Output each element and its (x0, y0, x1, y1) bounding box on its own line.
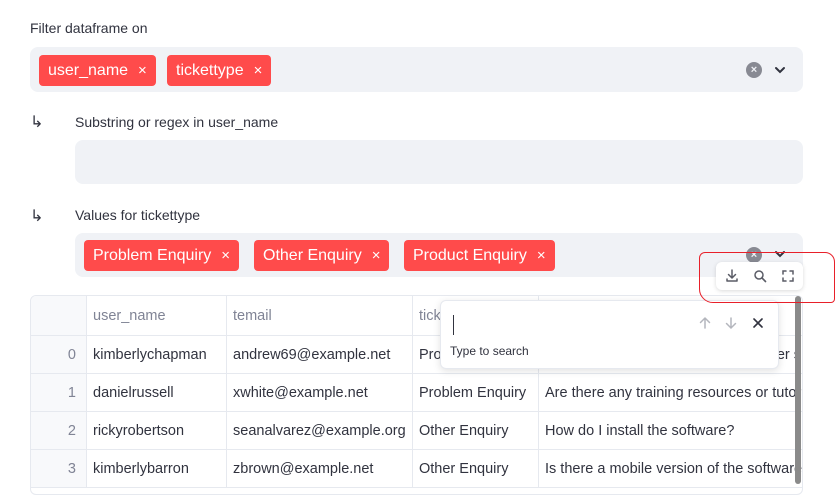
chip-label: Other Enquiry (263, 247, 362, 264)
cell-email[interactable]: andrew69@example.net (227, 336, 413, 374)
chip-label: user_name (48, 62, 129, 79)
chip-remove-icon[interactable]: × (254, 63, 263, 78)
chip-other-enquiry[interactable]: Other Enquiry × (254, 240, 390, 271)
row-index: 3 (31, 450, 87, 488)
cell-email[interactable]: zbrown@example.net (227, 450, 413, 488)
chip-tickettype[interactable]: tickettype × (167, 55, 272, 86)
cell-tickettype[interactable]: Other Enquiry (413, 450, 539, 488)
annotation-highlight (699, 252, 835, 303)
column-header-temail[interactable]: temail (227, 296, 413, 336)
chip-remove-icon[interactable]: × (537, 248, 546, 263)
chip-label: Problem Enquiry (93, 247, 212, 264)
cell-email[interactable]: xwhite@example.net (227, 374, 413, 412)
substring-input[interactable] (75, 140, 803, 184)
chip-label: tickettype (176, 62, 244, 79)
search-hint: Type to search (450, 344, 529, 358)
close-icon[interactable] (752, 317, 764, 329)
arrow-up-icon[interactable] (698, 316, 712, 330)
row-index: 0 (31, 336, 87, 374)
cell-question[interactable]: How do I install the software? (539, 412, 802, 450)
cell-user-name[interactable]: kimberlychapman (87, 336, 227, 374)
chip-remove-icon[interactable]: × (138, 63, 147, 78)
index-header (31, 296, 87, 336)
cell-user-name[interactable]: kimberlybarron (87, 450, 227, 488)
chevron-down-icon[interactable] (773, 63, 787, 77)
indent-arrow-icon: ↳ (30, 114, 44, 131)
search-input[interactable] (453, 315, 454, 335)
chip-problem-enquiry[interactable]: Problem Enquiry × (84, 240, 240, 271)
clear-all-icon[interactable]: × (746, 62, 762, 78)
values-multiselect[interactable]: Problem Enquiry × Other Enquiry × Produc… (75, 233, 803, 277)
indent-arrow-icon: ↳ (30, 208, 44, 225)
column-header-user-name[interactable]: user_name (87, 296, 227, 336)
arrow-down-icon[interactable] (724, 316, 738, 330)
chip-remove-icon[interactable]: × (221, 248, 230, 263)
row-index: 2 (31, 412, 87, 450)
cell-tickettype[interactable]: Problem Enquiry (413, 374, 539, 412)
chip-label: Product Enquiry (413, 247, 527, 264)
cell-question[interactable]: Is there a mobile version of the softwar… (539, 450, 802, 488)
values-label: Values for tickettype (75, 207, 201, 223)
row-index: 1 (31, 374, 87, 412)
cell-email[interactable]: seanalvarez@example.org (227, 412, 413, 450)
filter-label: Filter dataframe on (30, 20, 148, 36)
vertical-scrollbar[interactable] (795, 296, 801, 484)
cell-tickettype[interactable]: Other Enquiry (413, 412, 539, 450)
search-popup: Type to search (440, 300, 779, 369)
filter-multiselect[interactable]: user_name × tickettype × × (30, 47, 803, 92)
chip-user-name[interactable]: user_name × (39, 55, 156, 86)
cell-question[interactable]: Are there any training resources or tuto… (539, 374, 802, 412)
substring-label: Substring or regex in user_name (75, 114, 279, 130)
chip-product-enquiry[interactable]: Product Enquiry × (404, 240, 555, 271)
cell-user-name[interactable]: danielrussell (87, 374, 227, 412)
chip-remove-icon[interactable]: × (372, 248, 381, 263)
cell-user-name[interactable]: rickyrobertson (87, 412, 227, 450)
